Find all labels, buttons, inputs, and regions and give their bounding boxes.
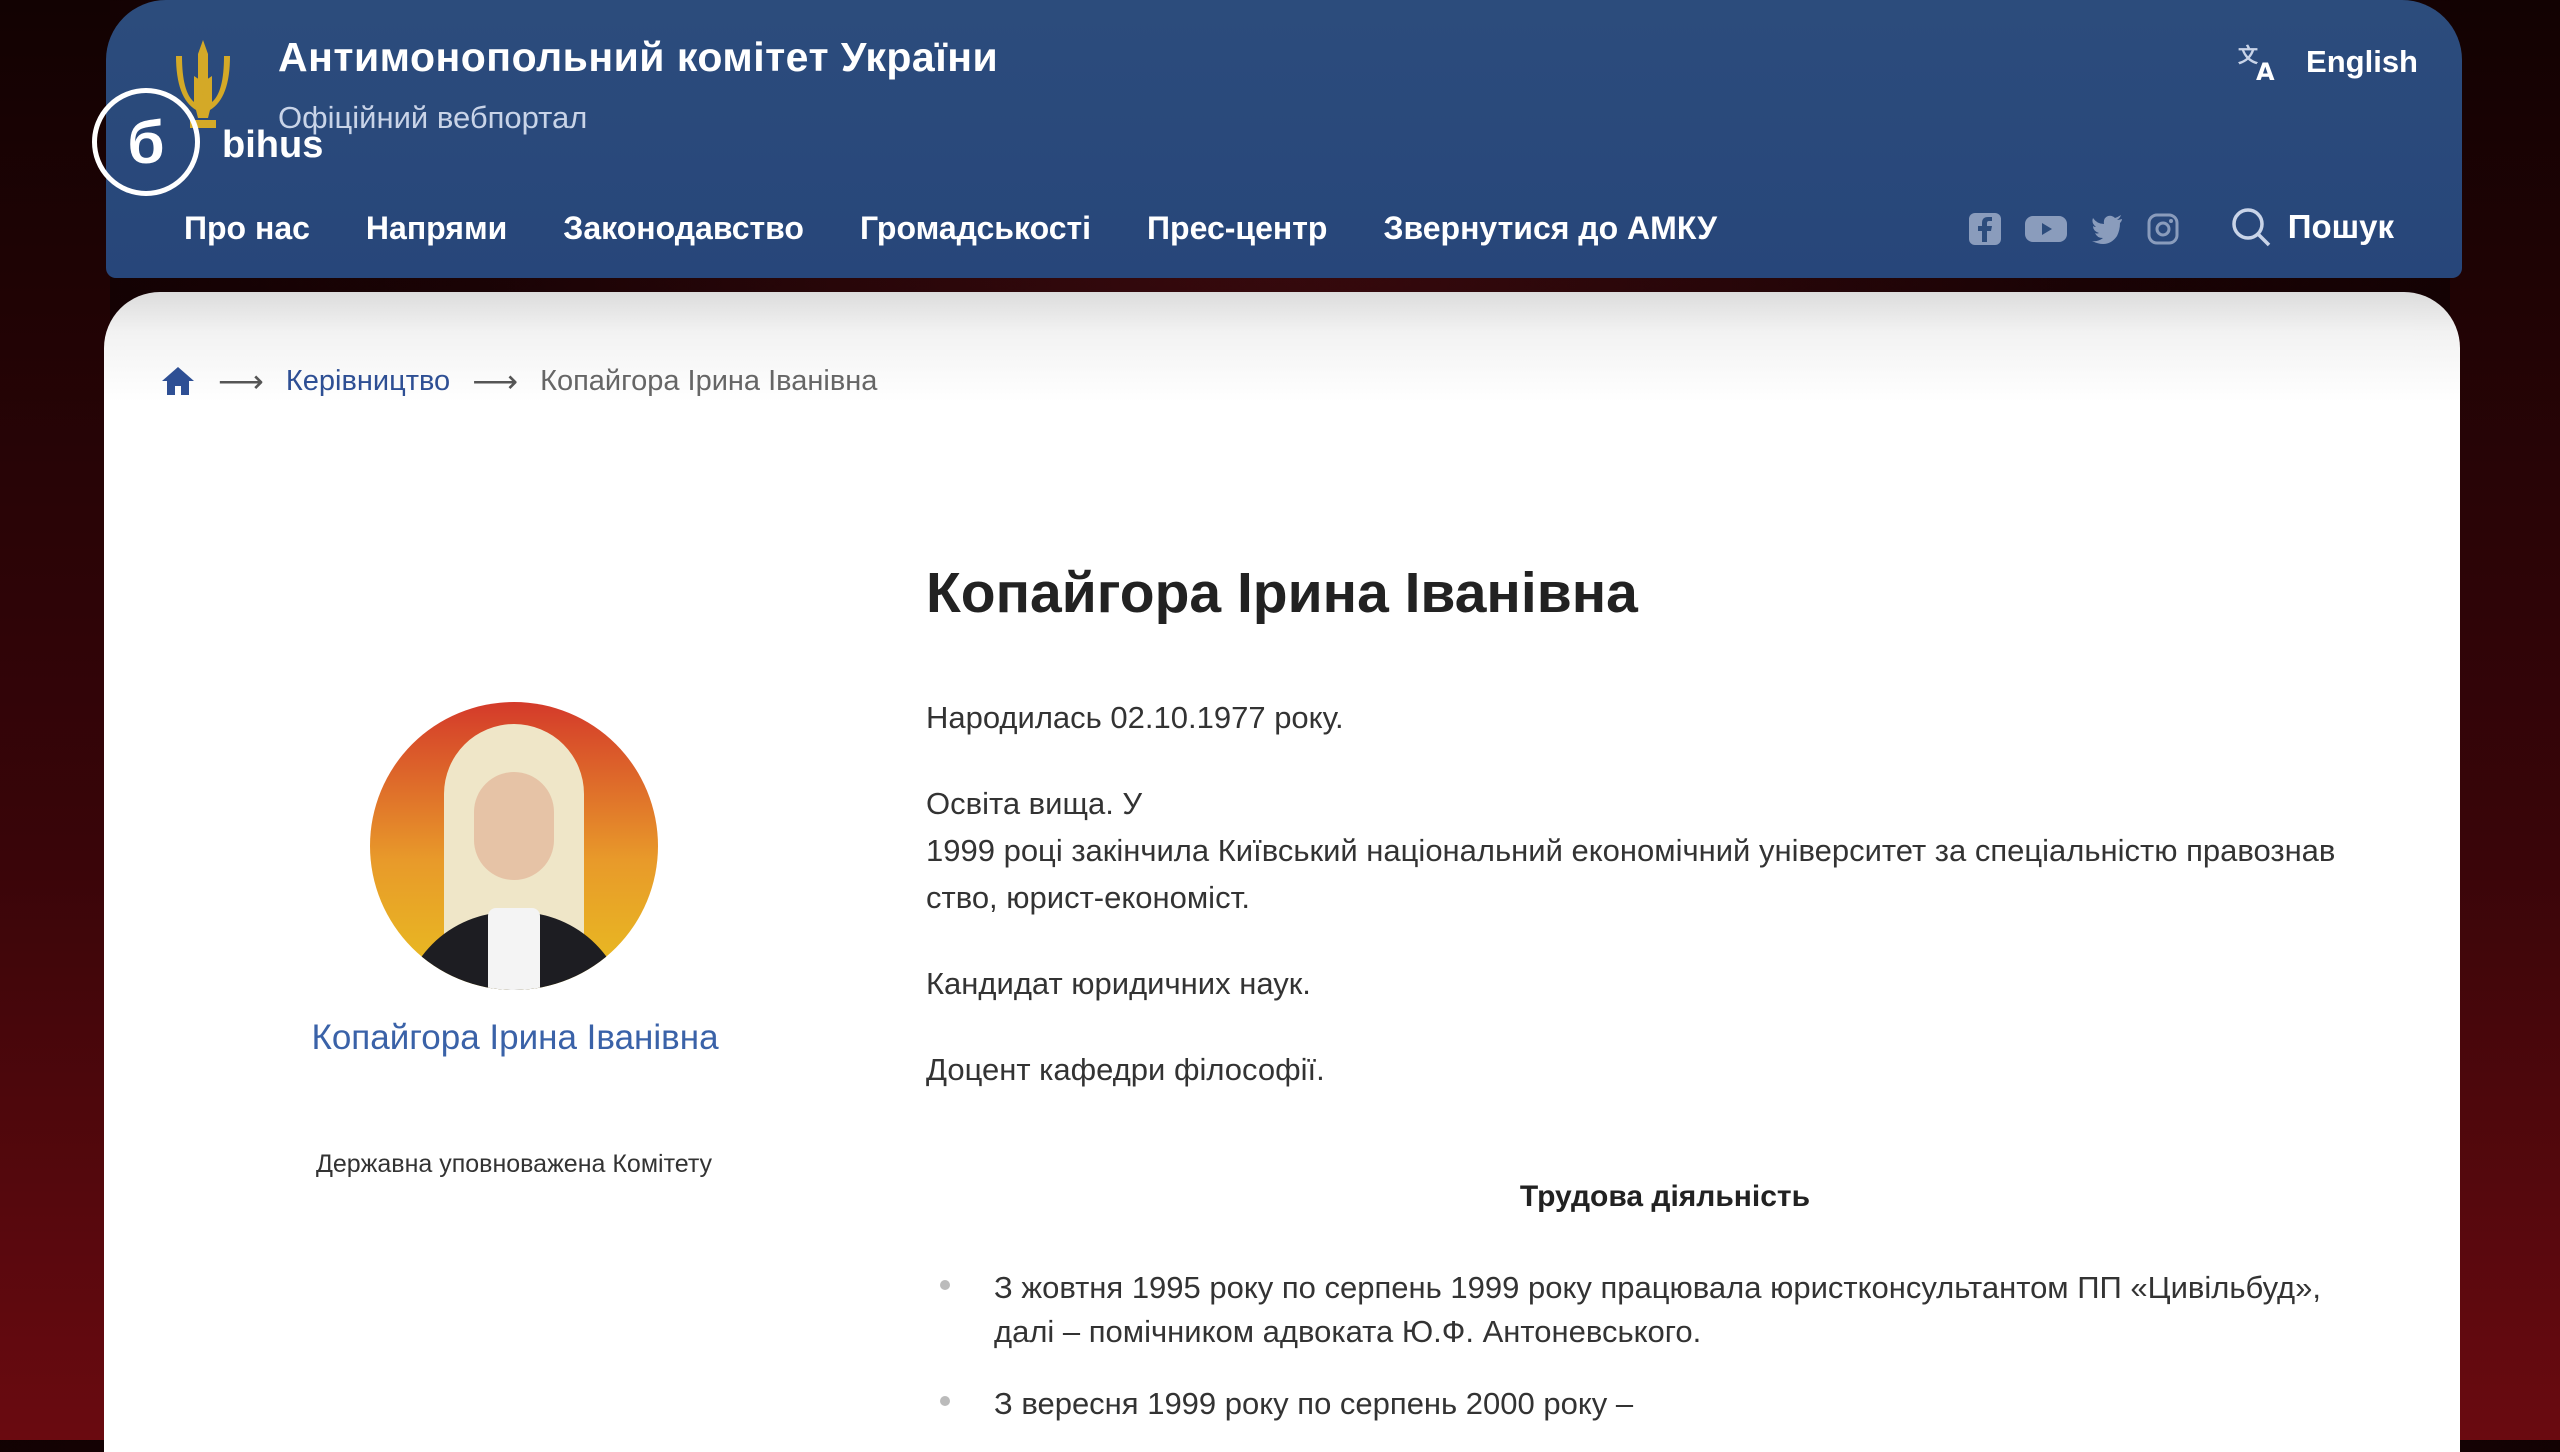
bihus-watermark: б bihus: [92, 88, 323, 196]
list-item: З жовтня 1995 року по серпень 1999 року …: [926, 1266, 2416, 1354]
career-heading: Трудова діяльність: [1519, 1180, 1811, 1213]
bihus-text: bihus: [222, 123, 324, 166]
breadcrumb-arrow-icon: ⟶: [472, 363, 519, 399]
bihus-logo-icon: б: [92, 88, 200, 196]
language-label: English: [2306, 44, 2418, 79]
background-left: [0, 0, 110, 1440]
translate-icon: 文 A: [2238, 43, 2275, 84]
career-item-1b: далі – помічником адвоката Ю.Ф. Антоневс…: [994, 1314, 1702, 1349]
site-header: Антимонопольний комітет України Офіційни…: [106, 0, 2462, 278]
breadcrumb: ⟶ Керівництво ⟶ Копайгора Ірина Іванівна: [160, 362, 877, 400]
search-button[interactable]: Пошук: [2230, 206, 2394, 248]
profile-photo: [370, 702, 658, 990]
social-links: [1968, 212, 2180, 246]
nav-legislation[interactable]: Законодавство: [563, 210, 804, 247]
breadcrumb-leadership[interactable]: Керівництво: [286, 365, 450, 398]
career-item-1a: З жовтня 1995 року по серпень 1999 року …: [994, 1270, 2321, 1305]
nav-about[interactable]: Про нас: [184, 210, 310, 247]
search-label: Пошук: [2287, 208, 2394, 245]
nav-press-center[interactable]: Прес-центр: [1147, 210, 1327, 247]
career-item-2a: З вересня 1999 року по серпень 2000 року…: [994, 1386, 1634, 1421]
content-card: ⟶ Керівництво ⟶ Копайгора Ірина Іванівна…: [104, 292, 2460, 1452]
facebook-icon[interactable]: [1968, 212, 2002, 246]
nav-contact-amcu[interactable]: Звернутися до АМКУ: [1383, 210, 1717, 247]
bio-education-3: ство, юрист-економіст.: [926, 880, 1250, 915]
breadcrumb-current: Копайгора Ірина Іванівна: [540, 364, 878, 397]
site-title[interactable]: Антимонопольний комітет України: [278, 34, 998, 81]
bio-born: Народилась 02.10.1977 року.: [926, 700, 1344, 735]
home-icon[interactable]: [160, 365, 196, 397]
bio-degree: Кандидат юридичних наук.: [926, 966, 1311, 1001]
nav-public[interactable]: Громадськості: [860, 210, 1091, 247]
bio-docent: Доцент кафедри філософії.: [926, 1052, 1325, 1087]
main-nav: Про нас Напрями Законодавство Громадсько…: [184, 210, 1717, 247]
site-subtitle: Офіційний вебпортал: [278, 100, 588, 135]
instagram-icon[interactable]: [2146, 212, 2180, 246]
background-right: [2450, 0, 2560, 1440]
twitter-icon[interactable]: [2090, 212, 2124, 246]
nav-directions[interactable]: Напрями: [366, 210, 507, 247]
bio-education-1: Освіта вища. У: [926, 786, 1143, 821]
youtube-icon[interactable]: [2024, 212, 2068, 246]
page-title: Копайгора Ірина Іванівна: [926, 561, 1638, 625]
search-icon: [2231, 208, 2270, 247]
svg-text:A: A: [2256, 58, 2275, 84]
breadcrumb-arrow-icon: ⟶: [218, 363, 264, 399]
bio-education-2: 1999 році закінчила Київський національн…: [926, 833, 2336, 868]
list-item: З вересня 1999 року по серпень 2000 року…: [926, 1382, 2416, 1426]
language-switch[interactable]: 文 A English: [2236, 40, 2418, 84]
profile-role: Державна уповноважена Комітету: [315, 1150, 713, 1178]
profile-name-link[interactable]: Копайгора Ірина Іванівна: [290, 1014, 740, 1062]
